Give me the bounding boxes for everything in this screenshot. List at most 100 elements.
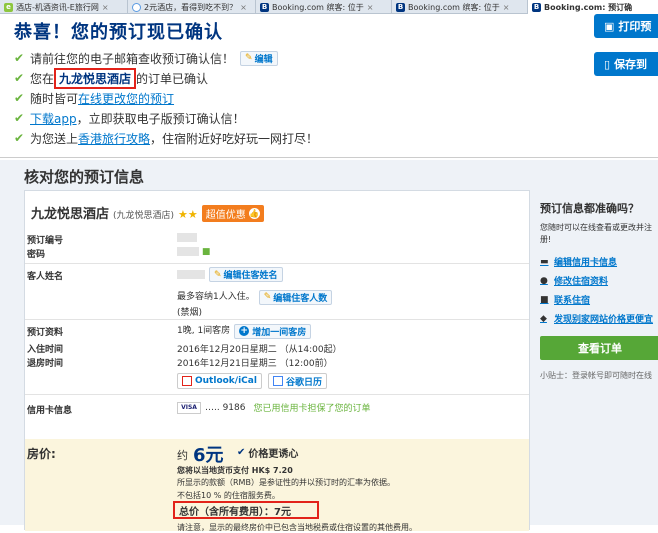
nights-rooms: 1晚, 1间客房 (177, 326, 231, 336)
tab-booking-1[interactable]: B Booking.com 缤客: 位于 × (256, 0, 392, 14)
rmb-note: 所显示的款额（RMB）是参证性的并以预订时的汇率为依据。 (177, 478, 395, 487)
bullet-hotel: ✔ 您在 九龙悦思酒店 的订单已确认 (14, 67, 318, 89)
guarantee-label: 价格更诱心 (248, 449, 299, 460)
check-icon: ✔ (14, 91, 25, 105)
card-icon: ▬ (540, 256, 549, 267)
download-app-link[interactable]: 下载app (30, 110, 77, 127)
bullet-email: ✔ 请前往您的电子邮箱查收预订确认信！ ✎ 编辑 (14, 48, 318, 68)
tab-etravel[interactable]: e 酒店-机酒资讯-E旅行网 × (0, 0, 128, 14)
divider (25, 319, 529, 320)
chat-icon: ■ (540, 294, 549, 305)
printer-icon: ▣ (604, 19, 615, 33)
edit-label: 编辑住客姓名 (223, 271, 278, 281)
guest-name-label: 客人姓名 (27, 272, 64, 282)
bullet-text: 您在 (30, 71, 55, 86)
approx-label: 约 (177, 449, 188, 462)
calendar-icon (272, 376, 283, 386)
bullet-text: ，立即获取电子版预订确认信！ (76, 111, 245, 126)
card-value: VISA ….. 9186 您已用信用卡担保了您的订单 (177, 401, 371, 414)
booking-number-label: 预订编号 (27, 236, 64, 246)
shield-check-icon: ✔ (237, 447, 246, 458)
loading-icon (132, 2, 141, 12)
price-section: 房价: 约 6元 ✔ 价格更诱心 您将以当地货币支付 HK$ 7.20 所显示的款… (25, 439, 529, 532)
sidebar-link-contact[interactable]: ■ 联系住宿 (540, 290, 658, 309)
masked-value (177, 247, 199, 256)
close-icon[interactable]: × (503, 3, 510, 12)
link-label: 编辑信用卡信息 (554, 258, 618, 268)
bullet-text: 为您送上 (30, 131, 79, 146)
outlook-calendar-button[interactable]: Outlook/iCal (177, 373, 262, 389)
tab-label: Booking.com: 预订确 (544, 2, 633, 12)
google-calendar-button[interactable]: 谷歌日历 (267, 373, 327, 389)
sidebar-title: 预订信息都准确吗？ (540, 202, 639, 215)
hotel-name[interactable]: 九龙悦思酒店 (31, 207, 109, 222)
browser-tab-bar: e 酒店-机酒资讯-E旅行网 × 2元酒店，看得到吃不到？ × B Bookin… (0, 0, 658, 14)
edit-guest-count-button[interactable]: ✎ 编辑住客人数 (258, 289, 333, 305)
tab-label: Booking.com 缤客: 位于 (408, 2, 500, 12)
final-price-note: 请注意，显示的最终房价中已包含当地税费或住宿设置的其他费用。 (177, 523, 417, 532)
sidebar-link-edit-stay[interactable]: ● 修改住宿资料 (540, 271, 658, 290)
card-label: 信用卡信息 (27, 406, 73, 416)
divider (25, 394, 529, 395)
bullet-text: 的订单已确认 (136, 71, 209, 86)
save-button[interactable]: ▯ 保存到 (594, 52, 658, 76)
service-fee-note: 不包括10 % 的住宿服务费。 (177, 491, 280, 500)
bullet-change: ✔ 随时皆可 在线更改您的预订 (14, 88, 318, 108)
pencil-icon: ✎ (263, 292, 272, 302)
sidebar-description: 您随时可以在线查看或更改并注册! (540, 223, 652, 244)
smoking-policy: (禁烟) (177, 308, 203, 318)
save-label: 保存到 (614, 58, 648, 71)
link-label: 修改住宿资料 (554, 277, 609, 287)
divider (0, 157, 658, 158)
verify-section: 核对您的预订信息 九龙悦思酒店 (九龙悦思酒店) ★★ 超值优惠 👍 预订编号 密码 ■… (0, 160, 658, 532)
star-rating: ★★ (178, 208, 198, 221)
total-price: 总价（含所有费用）：7元 (173, 501, 319, 519)
calendar-label: Outlook/iCal (195, 376, 257, 386)
booking-icon: B (260, 2, 269, 12)
sidebar-panel: 预订信息都准确吗？ 您随时可以在线查看或更改并注册! ▬ 编辑信用卡信息 ● 修改住… (540, 200, 658, 381)
booking-number-value (177, 233, 197, 243)
visa-icon: VISA (177, 401, 201, 414)
pencil-icon: ✎ (245, 53, 253, 63)
edit-guest-name-button[interactable]: ✎ 编辑住客姓名 (209, 267, 283, 282)
pencil-icon: ✎ (214, 269, 222, 280)
print-button[interactable]: ▣ 打印预 (594, 14, 658, 38)
check-icon: ✔ (14, 111, 25, 125)
add-room-button[interactable]: + 增加一间客房 (234, 323, 312, 339)
thumbs-up-icon: 👍 (248, 208, 260, 219)
confirmation-page: 恭喜！您的预订现已确认 ▣ 打印预 ▯ 保存到 ✔ 请前往您的电子邮箱查收预订确… (0, 14, 658, 532)
add-room-label: 增加一间客房 (252, 327, 307, 338)
sidebar-link-price-match[interactable]: ◆ 发现别家网站价格更便宜 (540, 309, 658, 328)
change-booking-link[interactable]: 在线更改您的预订 (78, 90, 174, 107)
price-guarantee[interactable]: ✔ 价格更诱心 (237, 445, 298, 460)
tab-booking-2[interactable]: B Booking.com 缤客: 位于 × (392, 0, 528, 14)
booking-info-value: 1晚, 1间客房 + 增加一间客房 (177, 323, 312, 339)
max-occupancy: 最多容纳1人入住。 (177, 292, 255, 302)
pin-value: ■ (177, 247, 210, 257)
edit-email-button[interactable]: ✎ 编辑 (240, 50, 278, 66)
person-icon: ● (540, 275, 548, 286)
view-booking-button[interactable]: 查看订单 (540, 336, 658, 360)
check-icon: ✔ (14, 51, 25, 65)
bullet-guide: ✔ 为您送上 香港旅行攻略 ，住宿附近好吃好玩一网打尽！ (14, 128, 318, 148)
booking-details-card: 九龙悦思酒店 (九龙悦思酒店) ★★ 超值优惠 👍 预订编号 密码 ■ 客人姓名 ✎ 编辑… (24, 190, 530, 532)
travel-guide-link[interactable]: 香港旅行攻略 (78, 130, 150, 147)
close-icon[interactable]: × (240, 3, 247, 12)
hotel-name-highlight[interactable]: 九龙悦思酒店 (54, 67, 137, 89)
print-label: 打印预 (618, 20, 652, 33)
deal-badge: 超值优惠 👍 (201, 205, 264, 222)
lock-icon: ■ (199, 247, 211, 257)
close-icon[interactable]: × (367, 3, 374, 12)
sidebar-link-edit-card[interactable]: ▬ 编辑信用卡信息 (540, 252, 658, 271)
close-icon[interactable]: × (102, 3, 109, 12)
bullet-app: ✔ 下载app ，立即获取电子版预订确认信！ (14, 108, 318, 128)
masked-value (177, 233, 197, 242)
check-icon: ✔ (14, 131, 25, 145)
bullet-text: 随时皆可 (30, 91, 79, 106)
check-icon: ✔ (14, 71, 25, 85)
card-last-digits: ….. 9186 (205, 402, 246, 413)
masked-value (177, 269, 205, 279)
tab-article[interactable]: 2元酒店，看得到吃不到？ × (128, 0, 256, 14)
tab-booking-confirm[interactable]: B Booking.com: 预订确 (528, 0, 658, 14)
booking-icon: B (532, 2, 541, 12)
